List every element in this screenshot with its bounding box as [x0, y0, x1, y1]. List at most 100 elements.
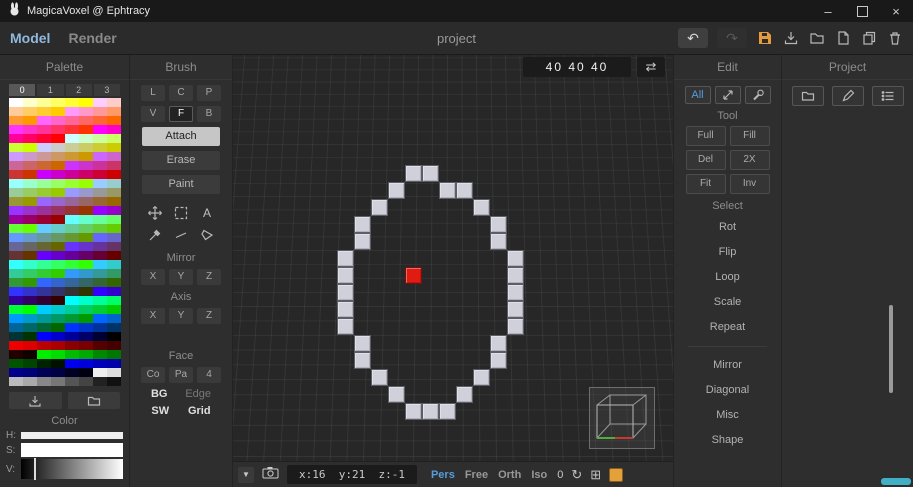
palette-color[interactable] [9, 296, 23, 305]
palette-color[interactable] [23, 269, 37, 278]
palette-color[interactable] [37, 242, 51, 251]
voxel[interactable] [473, 369, 490, 386]
new-file-button[interactable] [834, 30, 851, 47]
save-button[interactable] [756, 30, 773, 47]
camera-mode-pers[interactable]: Pers [431, 469, 455, 481]
palette-color[interactable] [23, 233, 37, 242]
palette-color[interactable] [51, 224, 65, 233]
palette-color[interactable] [79, 260, 93, 269]
project-folder-button[interactable] [792, 86, 824, 106]
palette-color[interactable] [23, 206, 37, 215]
edit-tool-full[interactable]: Full [686, 126, 726, 146]
mirror-axis-z[interactable]: Z [197, 269, 221, 285]
palette-color[interactable] [79, 341, 93, 350]
palette-color[interactable] [107, 332, 121, 341]
expand-button[interactable] [715, 86, 741, 104]
voxel[interactable] [490, 233, 507, 250]
palette-color[interactable] [9, 368, 23, 377]
palette-color[interactable] [93, 287, 107, 296]
voxel[interactable] [388, 386, 405, 403]
palette-color[interactable] [79, 197, 93, 206]
axis-z[interactable]: Z [197, 308, 221, 324]
palette-color[interactable] [79, 143, 93, 152]
palette-color[interactable] [65, 188, 79, 197]
palette-color[interactable] [93, 134, 107, 143]
brush-action-erase[interactable]: Erase [142, 151, 220, 170]
palette-color[interactable] [9, 179, 23, 188]
vertical-scrollbar-thumb[interactable] [889, 305, 893, 393]
palette-color[interactable] [93, 350, 107, 359]
palette-color[interactable] [51, 242, 65, 251]
palette-color[interactable] [79, 314, 93, 323]
brush-mode-b[interactable]: B [197, 106, 221, 122]
voxel[interactable] [490, 216, 507, 233]
palette-color[interactable] [93, 305, 107, 314]
palette-color[interactable] [107, 107, 121, 116]
select-all-button[interactable]: All [685, 86, 711, 104]
palette-color[interactable] [107, 215, 121, 224]
palette-color[interactable] [23, 368, 37, 377]
palette-color[interactable] [23, 197, 37, 206]
close-button[interactable]: × [879, 0, 913, 22]
palette-color[interactable] [65, 107, 79, 116]
palette-color[interactable] [79, 251, 93, 260]
camera-mode-iso[interactable]: Iso [531, 469, 547, 481]
palette-color[interactable] [93, 152, 107, 161]
grid-toggle[interactable]: Grid [188, 405, 211, 417]
palette-color[interactable] [37, 350, 51, 359]
palette-color[interactable] [51, 179, 65, 188]
palette-color[interactable] [37, 107, 51, 116]
palette-color[interactable] [51, 323, 65, 332]
brush-mode-f[interactable]: F [169, 106, 193, 122]
palette-color[interactable] [23, 161, 37, 170]
palette-color[interactable] [51, 107, 65, 116]
palette-color[interactable] [65, 125, 79, 134]
palette-color[interactable] [107, 188, 121, 197]
camera-mode-orth[interactable]: Orth [498, 469, 521, 481]
edit-section-shape[interactable]: Shape [674, 428, 781, 453]
palette-color[interactable] [107, 305, 121, 314]
palette-color[interactable] [9, 377, 23, 386]
palette-color[interactable] [51, 98, 65, 107]
viewport-3d[interactable]: 40 40 40 ⇄ ▼ x:16 y:2 [233, 55, 673, 487]
redo-button[interactable]: ↷ [717, 28, 747, 48]
palette-color[interactable] [65, 296, 79, 305]
palette-color[interactable] [9, 197, 23, 206]
voxel[interactable] [388, 182, 405, 199]
palette-color[interactable] [107, 233, 121, 242]
palette-color[interactable] [65, 251, 79, 260]
mirror-axis-x[interactable]: X [141, 269, 165, 285]
palette-color[interactable] [51, 341, 65, 350]
tab-model[interactable]: Model [10, 30, 50, 46]
palette-color[interactable] [23, 305, 37, 314]
resize-swap-button[interactable]: ⇄ [637, 57, 665, 77]
palette-color[interactable] [9, 188, 23, 197]
palette-color[interactable] [93, 278, 107, 287]
palette-color[interactable] [37, 179, 51, 188]
palette-color[interactable] [37, 215, 51, 224]
palette-color[interactable] [9, 269, 23, 278]
palette-color[interactable] [51, 305, 65, 314]
palette-color[interactable] [93, 161, 107, 170]
palette-color[interactable] [79, 206, 93, 215]
palette-color[interactable] [65, 197, 79, 206]
palette-color[interactable] [93, 179, 107, 188]
palette-color[interactable] [93, 215, 107, 224]
edit-tool-fill[interactable]: Fill [730, 126, 770, 146]
palette-color[interactable] [93, 206, 107, 215]
palette-color[interactable] [107, 143, 121, 152]
palette-color[interactable] [51, 260, 65, 269]
palette-color[interactable] [37, 152, 51, 161]
sw-toggle[interactable]: SW [151, 405, 169, 417]
palette-color[interactable] [37, 98, 51, 107]
palette-color[interactable] [79, 278, 93, 287]
palette-color[interactable] [107, 368, 121, 377]
edit-section-rot[interactable]: Rot [674, 215, 781, 240]
voxel[interactable] [473, 199, 490, 216]
voxel[interactable] [507, 250, 524, 267]
palette-color[interactable] [65, 143, 79, 152]
palette-color[interactable] [37, 161, 51, 170]
palette-color[interactable] [9, 323, 23, 332]
palette-color[interactable] [37, 197, 51, 206]
palette-color[interactable] [93, 377, 107, 386]
